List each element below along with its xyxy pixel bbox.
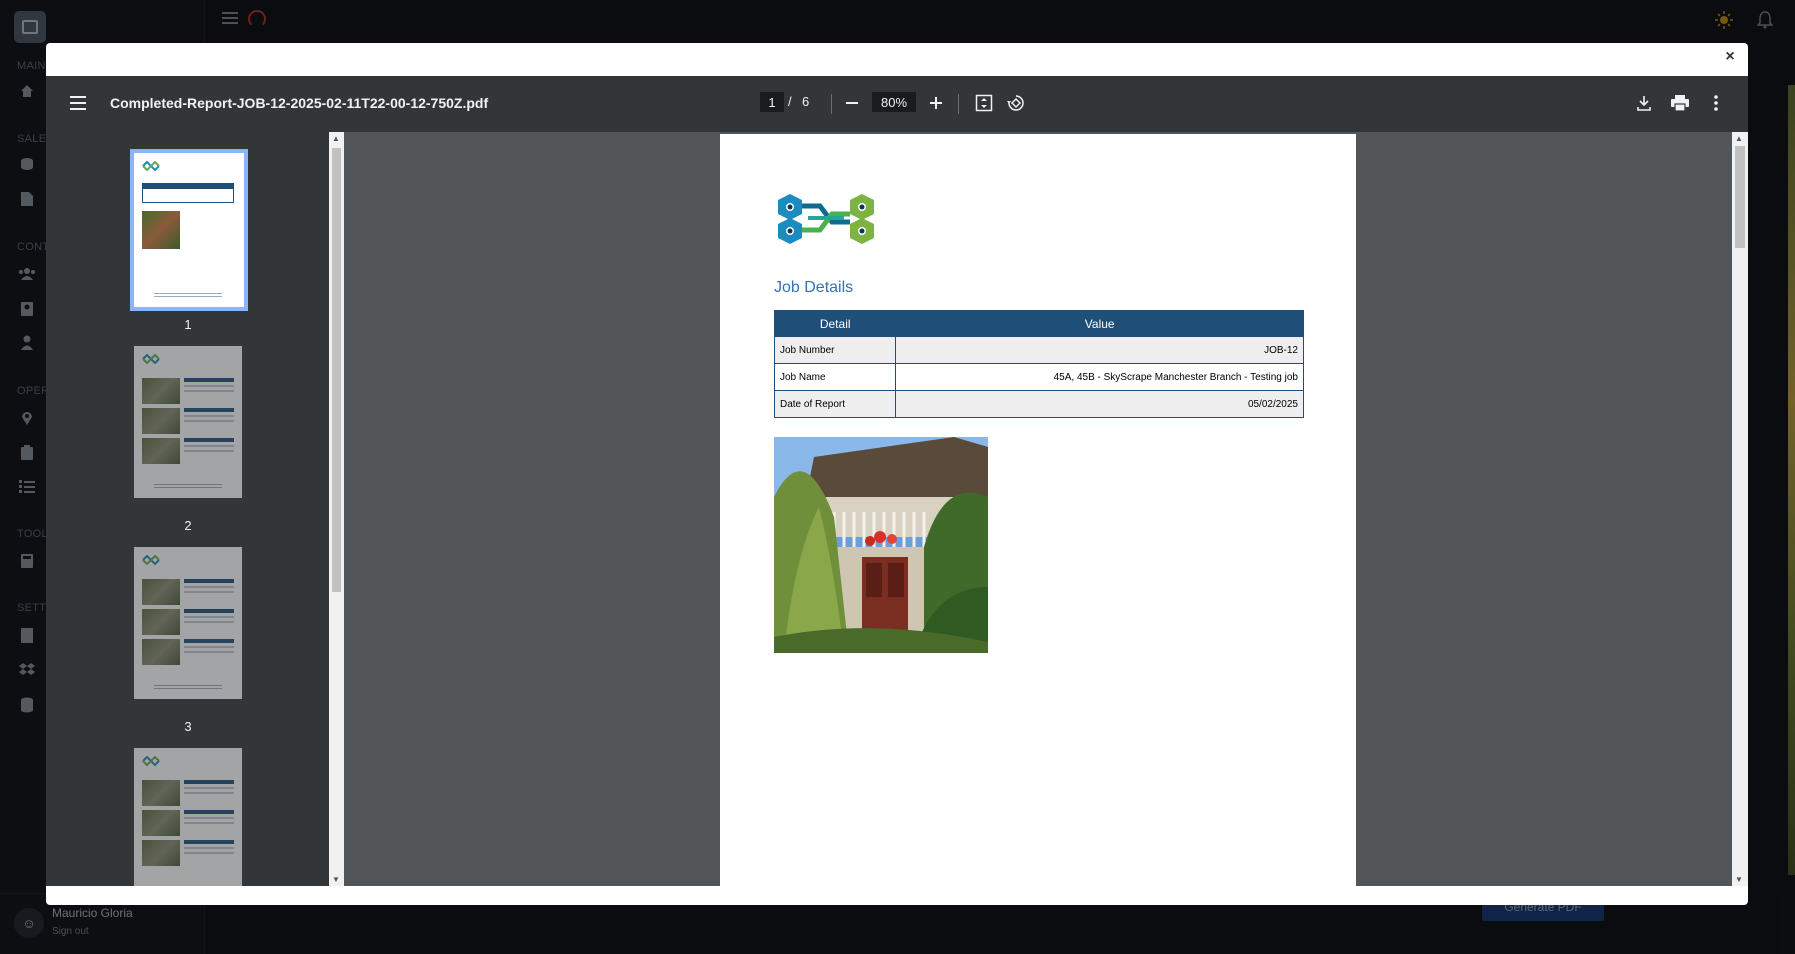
- value-cell: 05/02/2025: [895, 390, 1304, 418]
- pdf-toolbar: Completed-Report-JOB-12-2025-02-11T22-00…: [46, 76, 1748, 132]
- value-cell: JOB-12: [895, 336, 1304, 364]
- scrollbar-thumb[interactable]: [332, 148, 341, 592]
- page-thumbnail-1[interactable]: [130, 149, 248, 311]
- page-thumbnail-3[interactable]: [134, 547, 242, 699]
- table-header: Detail: [773, 310, 897, 337]
- page-thumbnail-2[interactable]: [134, 346, 242, 498]
- job-photo: [774, 437, 988, 653]
- rotate-icon[interactable]: [1003, 90, 1029, 116]
- detail-cell: Job Name: [773, 363, 897, 391]
- document-area: Job Details Detail Value Job Number JOB-…: [344, 132, 1732, 886]
- zoom-level-input[interactable]: 80%: [872, 92, 916, 112]
- table-row: Job Number JOB-12: [773, 336, 1304, 364]
- scroll-up-arrow-icon[interactable]: ▲: [1735, 134, 1743, 143]
- document-title: Completed-Report-JOB-12-2025-02-11T22-00…: [110, 95, 489, 111]
- detail-cell: Job Number: [773, 336, 897, 364]
- thumbnail-label: 2: [184, 518, 192, 533]
- scroll-down-arrow-icon[interactable]: ▼: [1735, 875, 1743, 884]
- job-details-heading: Job Details: [774, 279, 854, 296]
- detail-cell: Date of Report: [773, 390, 897, 418]
- close-icon[interactable]: ×: [1720, 47, 1740, 67]
- zoom-in-icon[interactable]: [923, 90, 949, 116]
- page-separator: /: [788, 94, 792, 109]
- toolbar-divider: [831, 94, 832, 114]
- pdf-preview-modal: × Completed-Report-JOB-12-2025-02-11T22-…: [46, 43, 1748, 905]
- table-header: Value: [895, 310, 1304, 337]
- job-details-table: Detail Value Job Number JOB-12 Job Name …: [773, 310, 1304, 418]
- company-logo: [778, 194, 874, 244]
- toolbar-divider: [958, 94, 959, 114]
- more-options-icon[interactable]: [1703, 90, 1729, 116]
- zoom-out-icon[interactable]: [839, 90, 865, 116]
- fit-page-icon[interactable]: [971, 90, 997, 116]
- scroll-up-arrow-icon[interactable]: ▲: [332, 134, 340, 143]
- pdf-viewer: Completed-Report-JOB-12-2025-02-11T22-00…: [46, 76, 1748, 886]
- table-row: Job Name 45A, 45B - SkyScrape Manchester…: [773, 363, 1304, 391]
- print-icon[interactable]: [1667, 90, 1693, 116]
- value-cell: 45A, 45B - SkyScrape Manchester Branch -…: [895, 363, 1304, 391]
- page-number-input[interactable]: 1: [760, 92, 784, 112]
- thumbnail-label: 3: [184, 719, 192, 734]
- sidebar-toggle-icon[interactable]: [70, 96, 86, 110]
- thumbnail-label: 1: [184, 317, 192, 332]
- scroll-down-arrow-icon[interactable]: ▼: [332, 875, 340, 884]
- pdf-page-1: Job Details Detail Value Job Number JOB-…: [720, 134, 1356, 886]
- total-pages: 6: [802, 94, 810, 109]
- document-scrollbar[interactable]: ▲ ▼: [1732, 132, 1748, 886]
- table-row: Date of Report 05/02/2025: [773, 390, 1304, 418]
- thumbnail-scrollbar[interactable]: ▲ ▼: [329, 132, 344, 886]
- scrollbar-thumb[interactable]: [1735, 146, 1745, 248]
- thumbnail-sidebar: 1 2 3: [46, 132, 329, 886]
- download-icon[interactable]: [1631, 90, 1657, 116]
- page-thumbnail-4[interactable]: [134, 748, 242, 886]
